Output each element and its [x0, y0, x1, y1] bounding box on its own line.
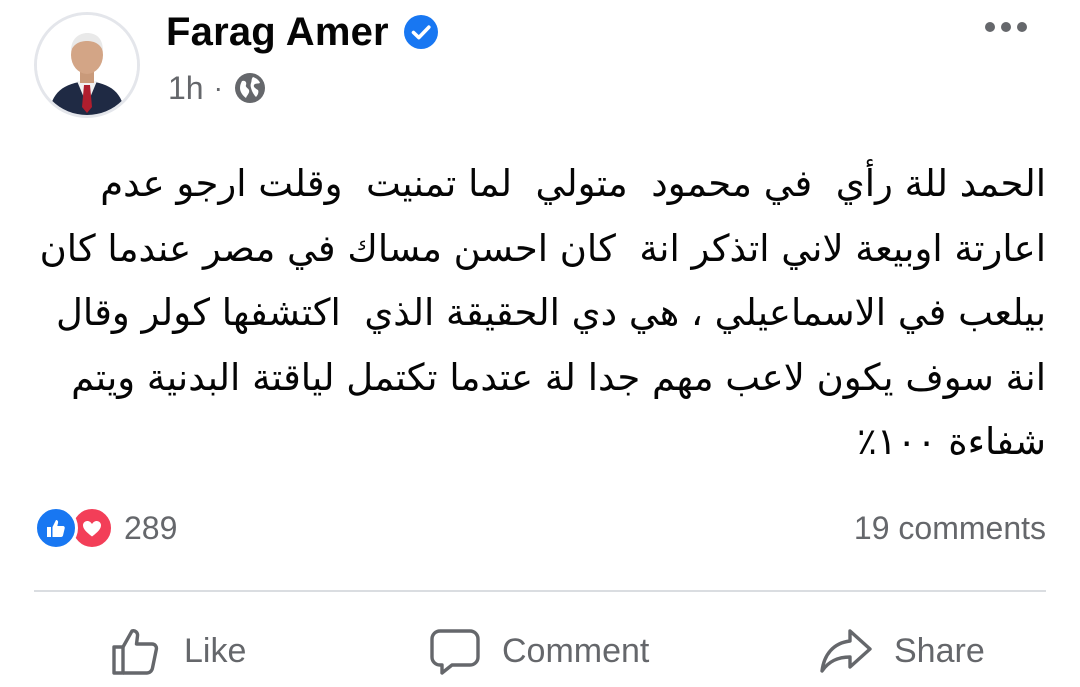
comment-label: Comment — [502, 631, 650, 670]
comment-bubble-icon — [430, 629, 480, 675]
post-text-line: انة سوف يكون لاعب مهم جدا لة عتدما تكتمل… — [71, 355, 1046, 399]
verified-badge-icon — [404, 15, 438, 49]
globe-icon[interactable] — [233, 71, 267, 105]
comment-button[interactable]: Comment — [428, 620, 649, 682]
reactions-summary[interactable]: 289 — [34, 506, 177, 550]
more-options-icon[interactable] — [982, 12, 1030, 42]
facebook-post: Farag Amer 1h · الحمد للة رأي في محمود م… — [0, 0, 1080, 687]
like-label: Like — [184, 631, 247, 670]
post-text: الحمد للة رأي في محمود متولي لما تمنيت و… — [30, 152, 1046, 475]
post-text-line: الحمد للة رأي في محمود متولي لما تمنيت و… — [100, 162, 1046, 205]
author-avatar[interactable] — [34, 12, 140, 118]
share-button[interactable]: Share — [818, 620, 985, 682]
post-text-line: بيلعب في الاسماعيلي ، هي دي الحقيقة الذي… — [56, 291, 1046, 334]
divider — [34, 590, 1046, 592]
comments-count[interactable]: 19 comments — [854, 508, 1046, 548]
share-arrow-icon — [820, 629, 872, 673]
share-label: Share — [894, 631, 985, 670]
like-icon — [34, 506, 78, 550]
like-button[interactable]: Like — [108, 620, 246, 682]
meta-separator: · — [213, 72, 223, 103]
avatar-image — [37, 15, 137, 115]
author-name[interactable]: Farag Amer — [166, 8, 389, 56]
thumbs-up-icon — [112, 629, 159, 675]
post-text-line: شفاءة ١٠٠٪ — [856, 420, 1046, 463]
post-text-line: اعارتة اوبيعة لاني اتذكر انة كان احسن مس… — [39, 226, 1046, 270]
reaction-count: 289 — [124, 509, 178, 546]
post-meta: 1h · — [168, 68, 267, 108]
post-time[interactable]: 1h — [168, 70, 204, 107]
